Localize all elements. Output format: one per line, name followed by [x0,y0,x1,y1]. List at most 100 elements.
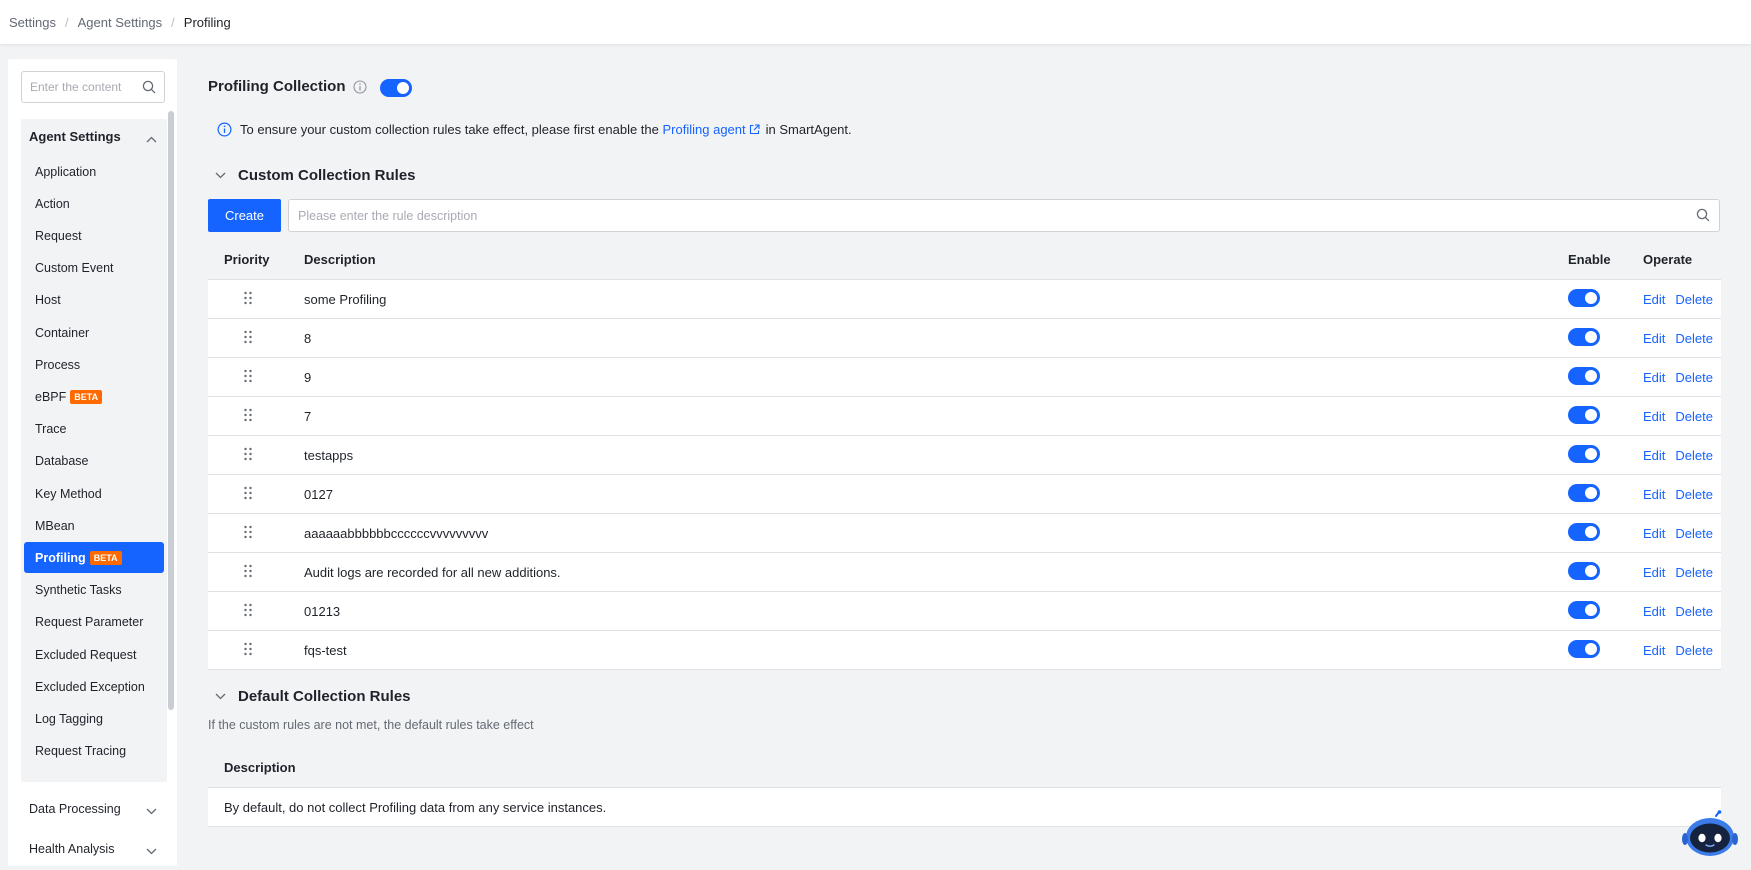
sidebar-group-health-analysis[interactable]: Health Analysis [21,834,167,864]
rule-enable-toggle[interactable] [1568,405,1600,424]
edit-link[interactable]: Edit [1643,643,1665,658]
sidebar-item-host[interactable]: Host [24,285,164,316]
delete-link[interactable]: Delete [1675,292,1713,307]
sidebar-group-data-processing[interactable]: Data Processing [21,794,167,824]
page-title: Profiling Collection [208,78,346,95]
sidebar-item-log-tagging[interactable]: Log Tagging [24,703,164,734]
delete-link[interactable]: Delete [1675,409,1713,424]
drag-handle-icon[interactable] [243,642,253,659]
chevron-down-icon [146,804,157,818]
sidebar-item-application[interactable]: Application [24,156,164,187]
notice-text: To ensure your custom collection rules t… [240,122,659,137]
delete-link[interactable]: Delete [1675,448,1713,463]
delete-link[interactable]: Delete [1675,604,1713,619]
sidebar-item-label: Action [35,196,70,211]
edit-link[interactable]: Edit [1643,331,1665,346]
table-row: fqs-test Edit Delete [208,631,1721,670]
table-row: testapps Edit Delete [208,436,1721,475]
create-button[interactable]: Create [208,199,281,232]
rule-enable-toggle[interactable] [1568,483,1600,502]
delete-link[interactable]: Delete [1675,526,1713,541]
rule-enable-toggle[interactable] [1568,444,1600,463]
sidebar-item-label: Database [35,454,89,469]
profiling-collection-toggle[interactable] [380,79,412,97]
drag-handle-icon[interactable] [243,525,253,542]
sidebar-item-database[interactable]: Database [24,446,164,477]
default-rules-section-header[interactable]: Default Collection Rules [215,688,411,705]
edit-link[interactable]: Edit [1643,370,1665,385]
sidebar-item-request-tracing[interactable]: Request Tracing [24,736,164,767]
info-icon[interactable] [353,80,367,97]
sidebar-item-label: Request Parameter [35,615,144,630]
delete-link[interactable]: Delete [1675,370,1713,385]
sidebar-item-custom-event[interactable]: Custom Event [24,253,164,284]
rule-enable-toggle[interactable] [1568,600,1600,619]
rule-enable-toggle[interactable] [1568,522,1600,541]
assistant-robot-icon[interactable] [1682,810,1738,860]
delete-link[interactable]: Delete [1675,565,1713,580]
edit-link[interactable]: Edit [1643,448,1665,463]
sidebar-item-profiling[interactable]: Profiling BETA [24,542,164,574]
search-icon[interactable] [142,80,156,97]
breadcrumb-settings[interactable]: Settings [9,15,56,30]
sidebar-item-synthetic-tasks[interactable]: Synthetic Tasks [24,575,164,606]
edit-link[interactable]: Edit [1643,292,1665,307]
chevron-down-icon [215,172,226,179]
column-enable: Enable [1568,252,1611,267]
sidebar-item-excluded-exception[interactable]: Excluded Exception [24,671,164,702]
rule-search-input[interactable] [298,208,1678,223]
rule-description: aaaaaabbbbbbccccccvvvvvvvvv [304,525,489,541]
rule-enable-toggle[interactable] [1568,327,1600,346]
rule-enable-toggle[interactable] [1568,561,1600,580]
sidebar-item-key-method[interactable]: Key Method [24,478,164,509]
default-rules-hint: If the custom rules are not met, the def… [208,718,534,732]
drag-handle-icon[interactable] [243,330,253,347]
edit-link[interactable]: Edit [1643,526,1665,541]
delete-link[interactable]: Delete [1675,487,1713,502]
drag-handle-icon[interactable] [243,603,253,620]
drag-handle-icon[interactable] [243,408,253,425]
priority-cell [208,330,304,347]
sidebar-group-header[interactable]: Agent Settings [21,119,167,154]
search-icon[interactable] [1696,208,1710,225]
sidebar-item-label: Excluded Exception [35,679,145,694]
sidebar-group-label: Health Analysis [29,842,115,856]
sidebar-item-trace[interactable]: Trace [24,414,164,445]
sidebar-item-excluded-request[interactable]: Excluded Request [24,639,164,670]
notice-suffix: in SmartAgent. [765,122,852,137]
drag-handle-icon[interactable] [243,486,253,503]
sidebar-item-process[interactable]: Process [24,349,164,380]
rule-enable-toggle[interactable] [1568,639,1600,658]
delete-link[interactable]: Delete [1675,331,1713,346]
drag-handle-icon[interactable] [243,369,253,386]
drag-handle-icon[interactable] [243,447,253,464]
breadcrumb-separator: / [171,14,175,30]
enable-cell [1568,639,1643,661]
sidebar-item-action[interactable]: Action [24,188,164,219]
rule-enable-toggle[interactable] [1568,288,1600,307]
edit-link[interactable]: Edit [1643,487,1665,502]
sidebar-search-input[interactable] [30,80,140,94]
edit-link[interactable]: Edit [1643,565,1665,580]
drag-handle-icon[interactable] [243,564,253,581]
sidebar-item-request-parameter[interactable]: Request Parameter [24,607,164,638]
priority-cell [208,603,304,620]
sidebar-item-mbean[interactable]: MBean [24,510,164,541]
drag-handle-icon[interactable] [243,291,253,308]
breadcrumb-agent-settings[interactable]: Agent Settings [78,15,163,30]
profiling-agent-link[interactable]: Profiling agent [663,122,746,137]
rule-description: 7 [304,408,312,424]
sidebar: Agent Settings Application Action Request C… [8,59,177,866]
rule-enable-toggle[interactable] [1568,366,1600,385]
breadcrumb-profiling: Profiling [183,14,231,30]
sidebar-item-ebpf[interactable]: eBPF BETA [24,381,164,412]
edit-link[interactable]: Edit [1643,604,1665,619]
edit-link[interactable]: Edit [1643,409,1665,424]
external-link-icon[interactable] [749,124,760,135]
sidebar-scrollbar[interactable] [168,111,174,710]
delete-link[interactable]: Delete [1675,643,1713,658]
sidebar-item-request[interactable]: Request [24,220,164,251]
sidebar-item-container[interactable]: Container [24,317,164,348]
rule-description: 8 [304,330,312,346]
custom-rules-section-header[interactable]: Custom Collection Rules [215,167,416,184]
